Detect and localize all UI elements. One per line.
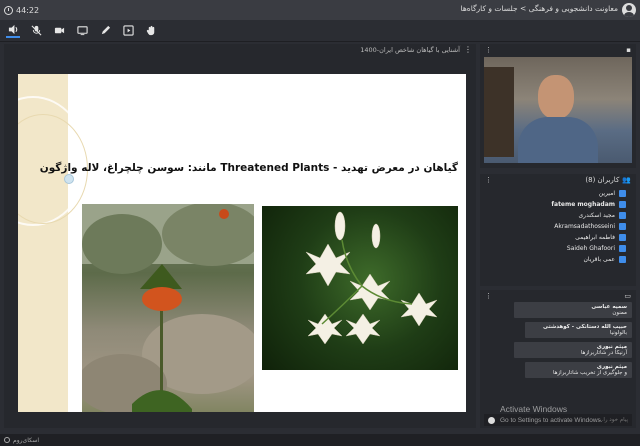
- chat-message-text: بالولونیا: [609, 330, 627, 336]
- user-name: عمی باقریان: [583, 256, 615, 263]
- session-timer: 44:22: [4, 5, 40, 15]
- send-icon[interactable]: [488, 416, 495, 424]
- screen-share-icon[interactable]: [75, 24, 89, 38]
- presenter-face: [538, 75, 574, 119]
- chat-messages: سمیه عباسی ممنون حبیب الله دستانکی - کوهدش…: [484, 302, 632, 412]
- watermark-subtitle: Go to Settings to activate Windows.: [500, 417, 603, 424]
- user-list-item[interactable]: امیرین: [484, 188, 632, 199]
- user-list-item[interactable]: fateme moghadam: [484, 199, 632, 210]
- watermark-title: Activate Windows: [500, 404, 568, 414]
- chat-message-text: آرنیکا در شاتاربرازها: [580, 350, 627, 356]
- chat-message-text: ممنون: [612, 310, 627, 316]
- brand-name: اسکای‌روم: [13, 436, 40, 444]
- presentation-header: 1400-آشنایی با گیاهان شاخص ایران ⋮: [4, 44, 476, 56]
- users-icon: 👥: [622, 176, 631, 184]
- user-avatar-icon[interactable]: [622, 3, 636, 17]
- slide-decor-dot: [64, 174, 74, 184]
- slide-title: گیاهان در معرض تهدید - Threatened Plants…: [39, 162, 458, 174]
- user-role-icon: [619, 190, 626, 197]
- user-list-item[interactable]: مجید اسکندری: [484, 210, 632, 221]
- crown-imperial-photo: [82, 204, 254, 412]
- hand-icon[interactable]: [144, 24, 158, 38]
- presenter-video: [484, 57, 632, 163]
- user-role-icon: [619, 223, 626, 230]
- session-time: 44:22: [16, 5, 40, 15]
- user-name: فاطمه ابراهیمی: [575, 234, 615, 241]
- user-role-icon: [619, 212, 626, 219]
- chat-message: میثم نبوری و جلوگیری از تخریب شاتاربرازها: [525, 362, 632, 378]
- windows-activation-watermark: Activate Windows Go to Settings to activ…: [500, 404, 603, 426]
- more-options-icon[interactable]: ⋮: [485, 176, 492, 184]
- camera-icon[interactable]: [52, 24, 66, 38]
- chat-message: حبیب الله دستانکی - کوهدشتی بالولونیا: [525, 322, 632, 338]
- clock-icon: [4, 5, 13, 15]
- chat-message: سمیه عباسی ممنون: [513, 302, 632, 318]
- mic-off-icon[interactable]: [29, 24, 43, 38]
- speaker-icon[interactable]: [6, 24, 20, 38]
- user-role-icon: [619, 245, 626, 252]
- toolbar: [0, 20, 640, 42]
- user-name: Saideh Ghafoori: [566, 245, 615, 252]
- pen-icon[interactable]: [98, 24, 112, 38]
- presentation-file-name: 1400-آشنایی با گیاهان شاخص ایران: [360, 46, 460, 54]
- user-name: Akramsadathosseini: [554, 223, 615, 230]
- chat-icon: ▭: [624, 292, 631, 300]
- more-options-icon[interactable]: ⋮: [485, 292, 492, 300]
- users-count-label: کاربران (8): [585, 176, 620, 184]
- user-name: fateme moghadam: [551, 201, 615, 208]
- user-role-icon: [619, 256, 626, 263]
- user-role-icon: [619, 201, 626, 208]
- room-title: معاونت دانشجویی و فرهنگی > جلسات و کارگا…: [460, 4, 618, 13]
- brand-logo-icon: [4, 437, 10, 443]
- video-background-shelf: [484, 67, 514, 157]
- user-list-item[interactable]: عمی باقریان: [484, 254, 632, 265]
- presenter-body: [518, 117, 598, 163]
- lily-flowers-photo: [262, 206, 458, 370]
- chat-panel-header: ⋮ ▭: [480, 290, 636, 302]
- users-panel-header: ⋮ کاربران (8) 👥: [480, 174, 636, 186]
- play-icon[interactable]: [121, 24, 135, 38]
- user-name: امیرین: [598, 190, 615, 197]
- user-list-item[interactable]: Akramsadathosseini: [484, 221, 632, 232]
- top-bar: 44:22 معاونت دانشجویی و فرهنگی > جلسات و…: [0, 0, 640, 20]
- video-panel-header: ⋮ ▪: [480, 44, 636, 56]
- more-options-icon[interactable]: ⋮: [464, 45, 472, 54]
- user-list-item[interactable]: Saideh Ghafoori: [484, 243, 632, 254]
- users-list: امیرین fateme moghadam مجید اسکندری Akramsa…: [484, 188, 632, 265]
- user-list-item[interactable]: فاطمه ابراهیمی: [484, 232, 632, 243]
- chat-message: میثم نبوری آرنیکا در شاتاربرازها: [513, 342, 632, 358]
- footer: اسکای‌روم: [0, 434, 640, 446]
- camera-indicator-icon: ▪: [626, 46, 631, 54]
- user-name: مجید اسکندری: [578, 212, 615, 219]
- more-options-icon[interactable]: ⋮: [485, 46, 492, 54]
- chat-message-text: و جلوگیری از تخریب شاتاربرازها: [552, 370, 627, 376]
- video-panel: ⋮ ▪: [480, 44, 636, 168]
- presentation-panel: 1400-آشنایی با گیاهان شاخص ایران ⋮ گیاها…: [4, 44, 476, 428]
- user-role-icon: [619, 234, 626, 241]
- slide: گیاهان در معرض تهدید - Threatened Plants…: [18, 74, 466, 412]
- app-window: 44:22 معاونت دانشجویی و فرهنگی > جلسات و…: [0, 0, 640, 446]
- users-panel: ⋮ کاربران (8) 👥 امیرین fateme moghadam مجی…: [480, 174, 636, 286]
